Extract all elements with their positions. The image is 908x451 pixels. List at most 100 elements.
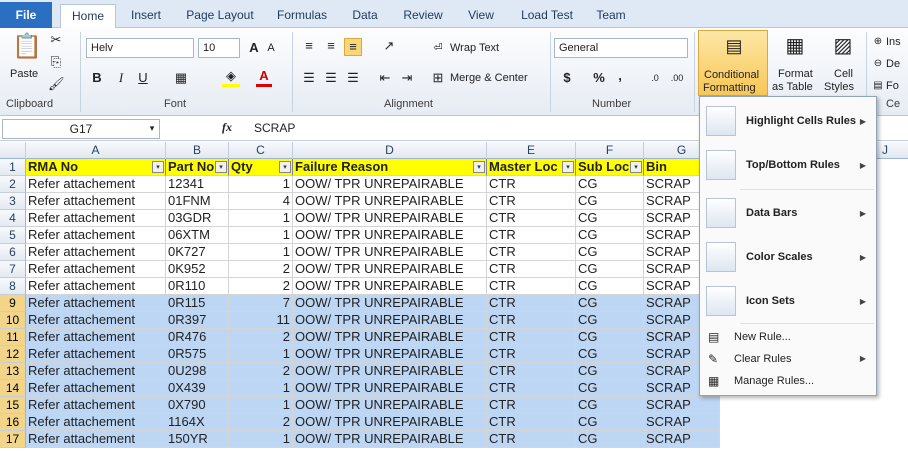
format-painter-icon[interactable]: 🖌	[48, 76, 65, 92]
cell-rma-no[interactable]: Refer attachement	[26, 210, 166, 227]
cell-master-loc[interactable]: CTR	[487, 380, 576, 397]
row-header[interactable]: 13	[0, 363, 26, 380]
font-name-select[interactable]: Helv	[86, 38, 194, 58]
cell-sub-loc[interactable]: CG	[576, 176, 644, 193]
row-header[interactable]: 12	[0, 346, 26, 363]
cell-qty[interactable]: 1	[229, 431, 293, 448]
cell-failure-reason[interactable]: OOW/ TPR UNREPAIRABLE	[293, 329, 487, 346]
cell-part-no[interactable]: 0R110	[166, 278, 229, 295]
cell-qty[interactable]: 1	[229, 346, 293, 363]
cell-qty[interactable]: 1	[229, 227, 293, 244]
menu-item-data-bars[interactable]: Data Bars ▶	[700, 195, 876, 231]
cell-failure-reason[interactable]: OOW/ TPR UNREPAIRABLE	[293, 363, 487, 380]
cell-failure-reason[interactable]: OOW/ TPR UNREPAIRABLE	[293, 312, 487, 329]
currency-button[interactable]: $	[560, 70, 574, 86]
cell-master-loc[interactable]: CTR	[487, 176, 576, 193]
cell-part-no[interactable]: 0U298	[166, 363, 229, 380]
format-as-table-label2[interactable]: as Table	[772, 81, 813, 93]
align-left-icon[interactable]: ☰	[300, 70, 318, 86]
comma-button[interactable]: ,	[614, 68, 626, 84]
filter-dropdown-icon[interactable]: ▾	[630, 161, 642, 173]
conditional-formatting-button[interactable]: ▤ Conditional Formatting	[698, 30, 768, 96]
cell-qty[interactable]: 2	[229, 329, 293, 346]
cell-failure-reason[interactable]: OOW/ TPR UNREPAIRABLE	[293, 380, 487, 397]
cell-part-no[interactable]: 12341	[166, 176, 229, 193]
cut-icon[interactable]: ✂	[48, 32, 64, 48]
cell-sub-loc[interactable]: CG	[576, 193, 644, 210]
cell-master-loc[interactable]: CTR	[487, 210, 576, 227]
orientation-icon[interactable]: ↗	[378, 38, 400, 54]
cell-part-no[interactable]: 01FNM	[166, 193, 229, 210]
cell-failure-reason[interactable]: OOW/ TPR UNREPAIRABLE	[293, 431, 487, 448]
column-header-a[interactable]: A	[26, 142, 166, 159]
cell-rma-no[interactable]: Refer attachement	[26, 278, 166, 295]
row-header[interactable]: 2	[0, 176, 26, 193]
menu-item-new-rule[interactable]: ▤ New Rule...	[700, 327, 876, 347]
tab-home[interactable]: Home	[60, 4, 116, 29]
increase-decimal-icon[interactable]: .0	[646, 70, 664, 86]
menu-item-top-bottom-rules[interactable]: Top/Bottom Rules ▶	[700, 147, 876, 183]
cell-failure-reason[interactable]: OOW/ TPR UNREPAIRABLE	[293, 210, 487, 227]
cell-styles-label2[interactable]: Styles	[824, 81, 854, 93]
cell-sub-loc[interactable]: CG	[576, 431, 644, 448]
cell-qty[interactable]: 11	[229, 312, 293, 329]
filter-dropdown-icon[interactable]: ▾	[215, 161, 227, 173]
delete-cells-button[interactable]: De	[886, 58, 900, 70]
cell-failure-reason[interactable]: OOW/ TPR UNREPAIRABLE	[293, 346, 487, 363]
row-header[interactable]: 3	[0, 193, 26, 210]
cell-failure-reason[interactable]: OOW/ TPR UNREPAIRABLE	[293, 244, 487, 261]
cell-rma-no[interactable]: Refer attachement	[26, 295, 166, 312]
cell-qty[interactable]: 2	[229, 414, 293, 431]
header-cell-qty[interactable]: Qty ▾	[229, 159, 293, 176]
row-header[interactable]: 17	[0, 431, 26, 448]
paste-icon[interactable]: 📋	[12, 32, 42, 62]
column-header-b[interactable]: B	[166, 142, 229, 159]
cell-part-no[interactable]: 1164X	[166, 414, 229, 431]
cell-part-no[interactable]: 0R476	[166, 329, 229, 346]
fill-color-icon[interactable]: ◈	[222, 68, 240, 87]
tab-view[interactable]: View	[464, 4, 498, 28]
cell-sub-loc[interactable]: CG	[576, 414, 644, 431]
cell-failure-reason[interactable]: OOW/ TPR UNREPAIRABLE	[293, 414, 487, 431]
indent-increase-icon[interactable]: ⇥	[398, 70, 416, 86]
cell-qty[interactable]: 2	[229, 261, 293, 278]
cell-rma-no[interactable]: Refer attachement	[26, 261, 166, 278]
cell-failure-reason[interactable]: OOW/ TPR UNREPAIRABLE	[293, 278, 487, 295]
wrap-text-icon[interactable]: ⏎	[430, 40, 446, 56]
insert-cells-button[interactable]: Ins	[886, 36, 901, 48]
cell-bin[interactable]: SCRAP	[644, 397, 720, 414]
align-top-icon[interactable]: ≡	[300, 38, 318, 54]
wrap-text-button[interactable]: Wrap Text	[450, 42, 499, 54]
filter-dropdown-icon[interactable]: ▾	[152, 161, 164, 173]
row-header[interactable]: 14	[0, 380, 26, 397]
insert-cells-icon[interactable]: ⊕	[872, 34, 884, 50]
align-right-icon[interactable]: ☰	[344, 70, 362, 86]
format-cells-icon[interactable]: ▤	[872, 78, 884, 94]
row-header[interactable]: 15	[0, 397, 26, 414]
row-header[interactable]: 11	[0, 329, 26, 346]
cell-part-no[interactable]: 0R115	[166, 295, 229, 312]
cell-rma-no[interactable]: Refer attachement	[26, 193, 166, 210]
menu-item-icon-sets[interactable]: Icon Sets ▶	[700, 283, 876, 319]
cell-styles-icon[interactable]: ▨	[830, 34, 856, 58]
header-cell-failure[interactable]: Failure Reason ▾	[293, 159, 487, 176]
cell-failure-reason[interactable]: OOW/ TPR UNREPAIRABLE	[293, 227, 487, 244]
cell-rma-no[interactable]: Refer attachement	[26, 329, 166, 346]
tab-insert[interactable]: Insert	[128, 4, 164, 28]
cell-sub-loc[interactable]: CG	[576, 363, 644, 380]
cell-rma-no[interactable]: Refer attachement	[26, 431, 166, 448]
align-bottom-icon[interactable]: ≡	[344, 38, 362, 56]
row-header[interactable]: 6	[0, 244, 26, 261]
row-header[interactable]: 4	[0, 210, 26, 227]
cell-qty[interactable]: 2	[229, 363, 293, 380]
menu-item-manage-rules[interactable]: ▦ Manage Rules...	[700, 371, 876, 391]
align-middle-icon[interactable]: ≡	[322, 38, 340, 54]
menu-item-clear-rules[interactable]: ✎ Clear Rules ▶	[700, 349, 876, 369]
row-header[interactable]: 8	[0, 278, 26, 295]
cell-rma-no[interactable]: Refer attachement	[26, 363, 166, 380]
row-header[interactable]: 7	[0, 261, 26, 278]
tab-formulas[interactable]: Formulas	[274, 4, 330, 28]
cell-part-no[interactable]: 0R397	[166, 312, 229, 329]
column-header-e[interactable]: E	[487, 142, 576, 159]
cell-rma-no[interactable]: Refer attachement	[26, 312, 166, 329]
